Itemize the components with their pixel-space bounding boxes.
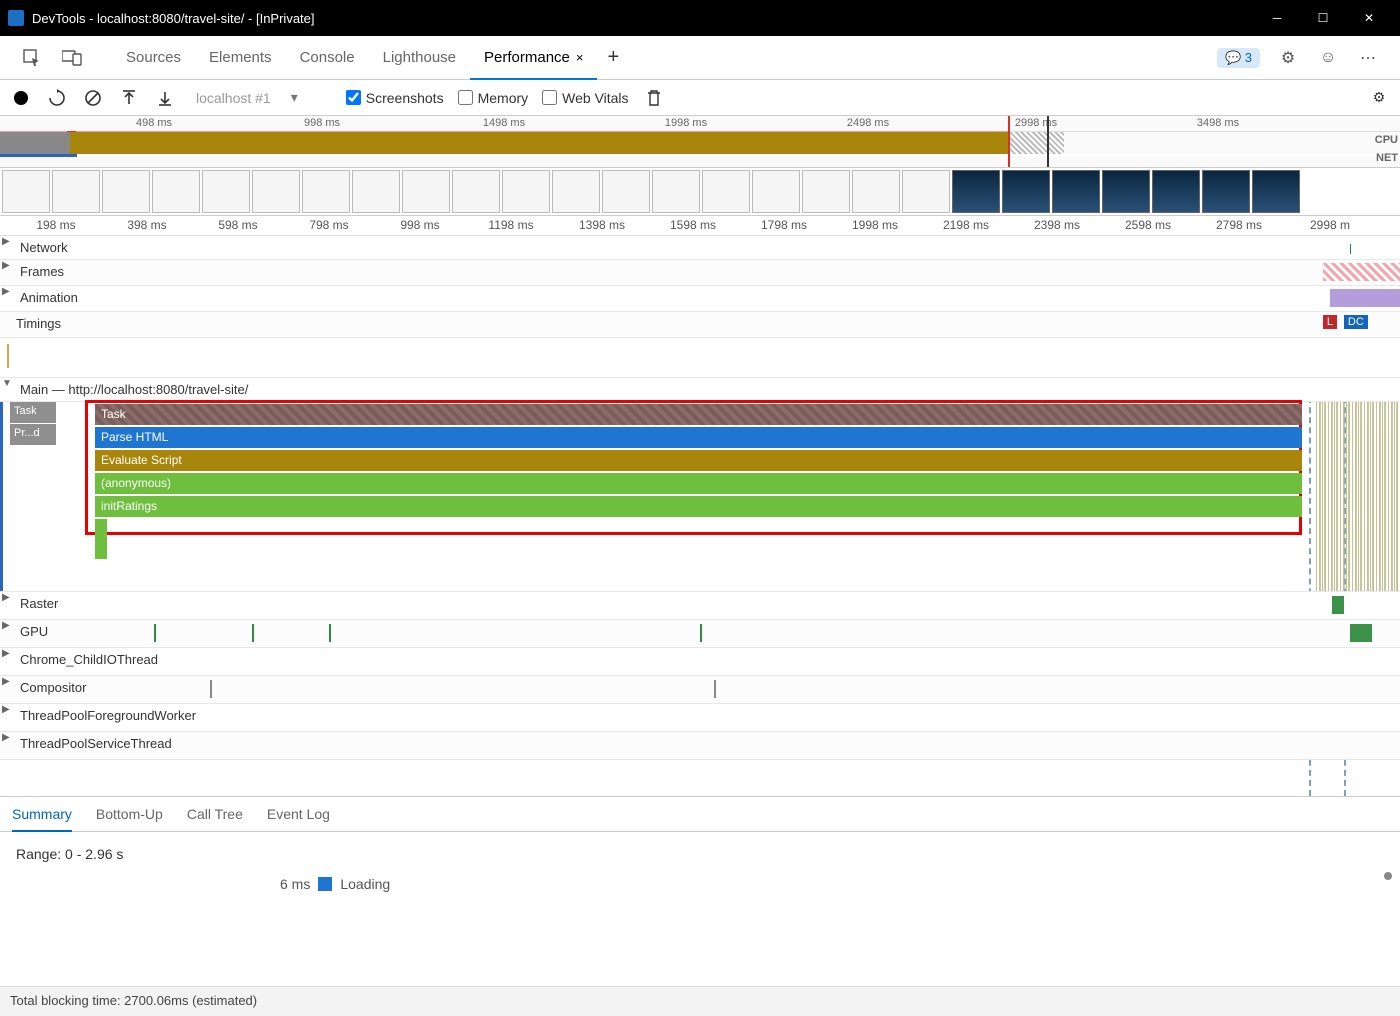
legend-swatch-loading: [318, 877, 332, 891]
track-compositor[interactable]: ▶Compositor: [0, 676, 1400, 704]
timing-badge-l[interactable]: L: [1323, 315, 1337, 329]
overview-pane[interactable]: 498 ms 998 ms 1498 ms 1998 ms 2498 ms 29…: [0, 116, 1400, 168]
track-raster[interactable]: ▶Raster: [0, 592, 1400, 620]
status-bar: Total blocking time: 2700.06ms (estimate…: [0, 986, 1400, 1016]
upload-profile-button[interactable]: [118, 87, 140, 109]
maximize-button[interactable]: ☐: [1300, 0, 1346, 36]
timeline-ruler[interactable]: 198 ms 398 ms 598 ms 798 ms 998 ms 1198 …: [0, 216, 1400, 236]
reload-record-button[interactable]: [46, 87, 68, 109]
track-chrome-io[interactable]: ▶Chrome_ChildIOThread: [0, 648, 1400, 676]
performance-toolbar: localhost #1 ▾ Screenshots Memory Web Vi…: [0, 80, 1400, 116]
resize-handle-icon[interactable]: [1384, 872, 1392, 880]
net-overview: NET: [0, 154, 1400, 157]
details-tabstrip: Summary Bottom-Up Call Tree Event Log: [0, 796, 1400, 832]
record-button[interactable]: [10, 87, 32, 109]
summary-range: Range: 0 - 2.96 s: [16, 846, 1384, 862]
timing-badge-dc[interactable]: DC: [1344, 315, 1368, 329]
devtools-tabstrip: Sources Elements Console Lighthouse Perf…: [0, 36, 1400, 80]
overview-ruler: 498 ms 998 ms 1498 ms 1998 ms 2498 ms 29…: [0, 116, 1400, 132]
minimize-button[interactable]: ─: [1254, 0, 1300, 36]
feedback-icon[interactable]: ☺: [1316, 46, 1340, 70]
filmstrip-frame[interactable]: [2, 170, 50, 213]
close-tab-icon[interactable]: ×: [576, 50, 584, 65]
capture-settings-gear-icon[interactable]: ⚙: [1368, 87, 1390, 109]
window-titlebar: DevTools - localhost:8080/travel-site/ -…: [0, 0, 1400, 36]
webvitals-checkbox[interactable]: Web Vitals: [542, 90, 628, 106]
track-timings[interactable]: Timings L DC: [0, 312, 1400, 338]
more-menu-icon[interactable]: ⋯: [1356, 46, 1380, 70]
tab-summary[interactable]: Summary: [12, 796, 72, 832]
recording-select[interactable]: localhost #1: [190, 90, 277, 106]
tab-call-tree[interactable]: Call Tree: [187, 796, 243, 832]
issues-badge[interactable]: 💬 3: [1217, 48, 1260, 68]
download-profile-button[interactable]: [154, 87, 176, 109]
flame-initratings[interactable]: initRatings: [95, 496, 1302, 517]
legend-label: Loading: [340, 876, 390, 892]
tab-elements[interactable]: Elements: [195, 36, 286, 80]
tab-sources[interactable]: Sources: [112, 36, 195, 80]
cpu-overview: CPU: [0, 132, 1400, 154]
close-window-button[interactable]: ✕: [1346, 0, 1392, 36]
flame-chart[interactable]: ▶Network ▶Frames ▶Animation Timings L DC…: [0, 236, 1400, 796]
memory-checkbox[interactable]: Memory: [458, 90, 529, 106]
device-toggle-icon[interactable]: [60, 46, 84, 70]
track-frames[interactable]: ▶Frames: [0, 260, 1400, 286]
blocking-time-text: Total blocking time: 2700.06ms (estimate…: [10, 993, 257, 1008]
track-threadpool-service[interactable]: ▶ThreadPoolServiceThread: [0, 732, 1400, 760]
garbage-collect-button[interactable]: [643, 87, 665, 109]
track-main-header[interactable]: ▼ Main — http://localhost:8080/travel-si…: [0, 378, 1400, 402]
flame-evaluate-script[interactable]: Evaluate Script: [95, 450, 1302, 471]
inspect-element-icon[interactable]: [20, 46, 44, 70]
window-title: DevTools - localhost:8080/travel-site/ -…: [32, 11, 315, 26]
flame-parse-html[interactable]: Parse HTML: [95, 427, 1302, 448]
flame-anonymous[interactable]: (anonymous): [95, 473, 1302, 494]
screenshots-checkbox[interactable]: Screenshots: [346, 90, 444, 106]
clear-button[interactable]: [82, 87, 104, 109]
track-animation[interactable]: ▶Animation: [0, 286, 1400, 312]
pre-main-tasks: Task Pr...d: [10, 402, 56, 446]
flame-task[interactable]: Task: [95, 404, 1302, 425]
tab-performance[interactable]: Performance×: [470, 36, 597, 80]
tab-lighthouse[interactable]: Lighthouse: [369, 36, 470, 80]
app-icon: [8, 10, 24, 26]
track-network[interactable]: ▶Network: [0, 236, 1400, 260]
settings-gear-icon[interactable]: ⚙: [1276, 46, 1300, 70]
tab-bottom-up[interactable]: Bottom-Up: [96, 796, 163, 832]
track-gpu[interactable]: ▶GPU: [0, 620, 1400, 648]
track-threadpool-foreground[interactable]: ▶ThreadPoolForegroundWorker: [0, 704, 1400, 732]
legend-ms: 6 ms: [280, 876, 310, 892]
filmstrip[interactable]: [0, 168, 1400, 216]
tab-event-log[interactable]: Event Log: [267, 796, 330, 832]
summary-pane: Range: 0 - 2.96 s 6 ms Loading: [0, 832, 1400, 904]
tab-console[interactable]: Console: [286, 36, 369, 80]
add-tab-button[interactable]: +: [607, 46, 619, 69]
